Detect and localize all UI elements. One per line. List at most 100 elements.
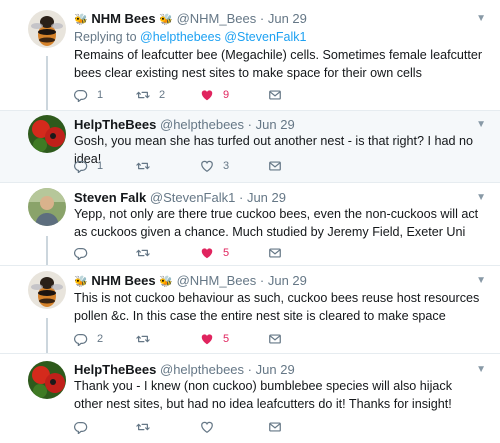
reply-count: 1 [97,89,104,101]
author-name[interactable]: HelpTheBees [74,362,156,377]
separator-dot: · [247,362,253,377]
retweet-icon [136,91,150,99]
avatar-helpthebees[interactable] [28,115,66,153]
separator-dot: · [247,117,253,132]
retweet-button[interactable] [136,159,159,173]
bee-avatar-image [28,271,66,309]
tweet-text: Remains of leafcutter bee (Megachile) ce… [74,48,483,80]
tweet-actions [74,420,374,436]
bee-emoji-icon: 🐝 [74,276,88,288]
retweet-button[interactable] [136,246,159,260]
envelope-icon [269,90,281,100]
replying-to: Replying to @helpthebees @StevenFalk1 [74,30,306,44]
envelope-icon [269,334,281,344]
like-button[interactable]: 3 [200,159,229,173]
author-name[interactable]: NHM Bees [91,11,155,26]
reply-button[interactable] [74,420,97,434]
author-handle[interactable]: @helpthebees [160,362,244,377]
envelope-icon [269,422,281,432]
retweet-button[interactable] [136,420,159,434]
reply-button[interactable]: 1 [74,88,103,102]
bee-emoji-icon: 🐝 [159,276,173,288]
retweet-button[interactable]: 2 [136,88,165,102]
author-handle[interactable]: @NHM_Bees [177,11,257,26]
reply-icon [74,90,88,102]
reply-icon [74,161,88,173]
like-button[interactable]: 5 [200,246,229,260]
author-name[interactable]: NHM Bees [91,273,155,288]
tweet-header: HelpTheBees @helpthebees · Jun 29 [74,117,295,133]
chevron-down-icon[interactable]: ▼ [476,273,486,289]
author-handle[interactable]: @helpthebees [160,117,244,132]
author-name[interactable]: Steven Falk [74,190,146,205]
heart-icon [201,90,213,101]
like-count: 3 [223,160,230,172]
retweet-icon [136,249,150,257]
tweet-date[interactable]: Jun 29 [268,11,307,26]
tweet-date[interactable]: Jun 29 [268,273,307,288]
direct-message-button[interactable] [268,246,282,260]
direct-message-button[interactable] [268,159,282,173]
like-button[interactable]: 9 [200,88,229,102]
avatar-steven-falk[interactable] [28,188,66,226]
reply-button[interactable]: 1 [74,159,103,173]
separator-dot: · [259,11,265,26]
bee-emoji-icon: 🐝 [159,14,173,26]
tweet-date[interactable]: Jun 29 [256,117,295,132]
chevron-down-icon[interactable]: ▼ [476,190,486,206]
direct-message-button[interactable] [268,88,282,102]
avatar-helpthebees[interactable] [28,361,66,399]
chevron-down-icon[interactable]: ▼ [476,11,486,27]
author-handle[interactable]: @StevenFalk1 [150,190,235,205]
retweet-count: 2 [159,89,166,101]
tweet-text: Yepp, not only are there true cuckoo bee… [74,207,479,239]
tweet-actions: 5 [74,246,374,262]
tweet-text: This is not cuckoo behaviour as such, cu… [74,291,480,323]
like-count: 5 [223,333,230,345]
tweet-date[interactable]: Jun 29 [247,190,286,205]
reply-icon [74,248,88,260]
tweet[interactable]: HelpTheBees @helpthebees · Jun 29 ▼ Gosh… [0,111,500,182]
retweet-button[interactable] [136,332,159,346]
tweet[interactable]: 🐝 NHM Bees 🐝 @NHM_Bees · Jun 29 ▼ Replyi… [0,0,500,110]
direct-message-button[interactable] [268,332,282,346]
flower-avatar-image [28,361,66,399]
envelope-icon [269,248,281,258]
bee-emoji-icon: 🐝 [74,14,88,26]
chevron-down-icon[interactable]: ▼ [476,362,486,378]
author-name[interactable]: HelpTheBees [74,117,156,132]
retweet-icon [136,335,150,343]
chevron-down-icon[interactable]: ▼ [476,117,486,133]
reply-icon [74,334,88,346]
avatar-nhm-bees[interactable] [28,271,66,309]
tweet-actions: 1 2 9 [74,88,374,104]
like-count: 5 [223,247,230,259]
tweet-date[interactable]: Jun 29 [256,362,295,377]
tweet-header: 🐝 NHM Bees 🐝 @NHM_Bees · Jun 29 [74,11,307,28]
heart-icon [201,248,213,259]
like-button[interactable] [200,420,223,434]
like-button[interactable]: 5 [200,332,229,346]
separator-dot: · [238,190,244,205]
heart-icon [201,334,213,345]
replying-to-label: Replying to [74,30,137,44]
avatar-nhm-bees[interactable] [28,10,66,48]
tweet[interactable]: 🐝 NHM Bees 🐝 @NHM_Bees · Jun 29 ▼ This i… [0,266,500,353]
envelope-icon [269,161,281,171]
reply-count: 1 [97,160,104,172]
tweet-actions: 2 5 [74,332,374,348]
author-handle[interactable]: @NHM_Bees [177,273,257,288]
tweet[interactable]: Steven Falk @StevenFalk1 · Jun 29 ▼ Yepp… [0,183,500,265]
reply-icon [74,422,88,434]
reply-button[interactable]: 2 [74,332,103,346]
tweet-header: 🐝 NHM Bees 🐝 @NHM_Bees · Jun 29 [74,273,307,290]
retweet-icon [136,162,150,170]
heart-icon [201,421,213,433]
reply-count: 2 [97,333,104,345]
bee-avatar-image [28,10,66,48]
tweet[interactable]: HelpTheBees @helpthebees · Jun 29 ▼ Than… [0,354,500,443]
replying-to-handles[interactable]: @helpthebees @StevenFalk1 [140,30,306,44]
direct-message-button[interactable] [268,420,282,434]
tweet-actions: 1 3 [74,159,374,175]
reply-button[interactable] [74,246,97,260]
